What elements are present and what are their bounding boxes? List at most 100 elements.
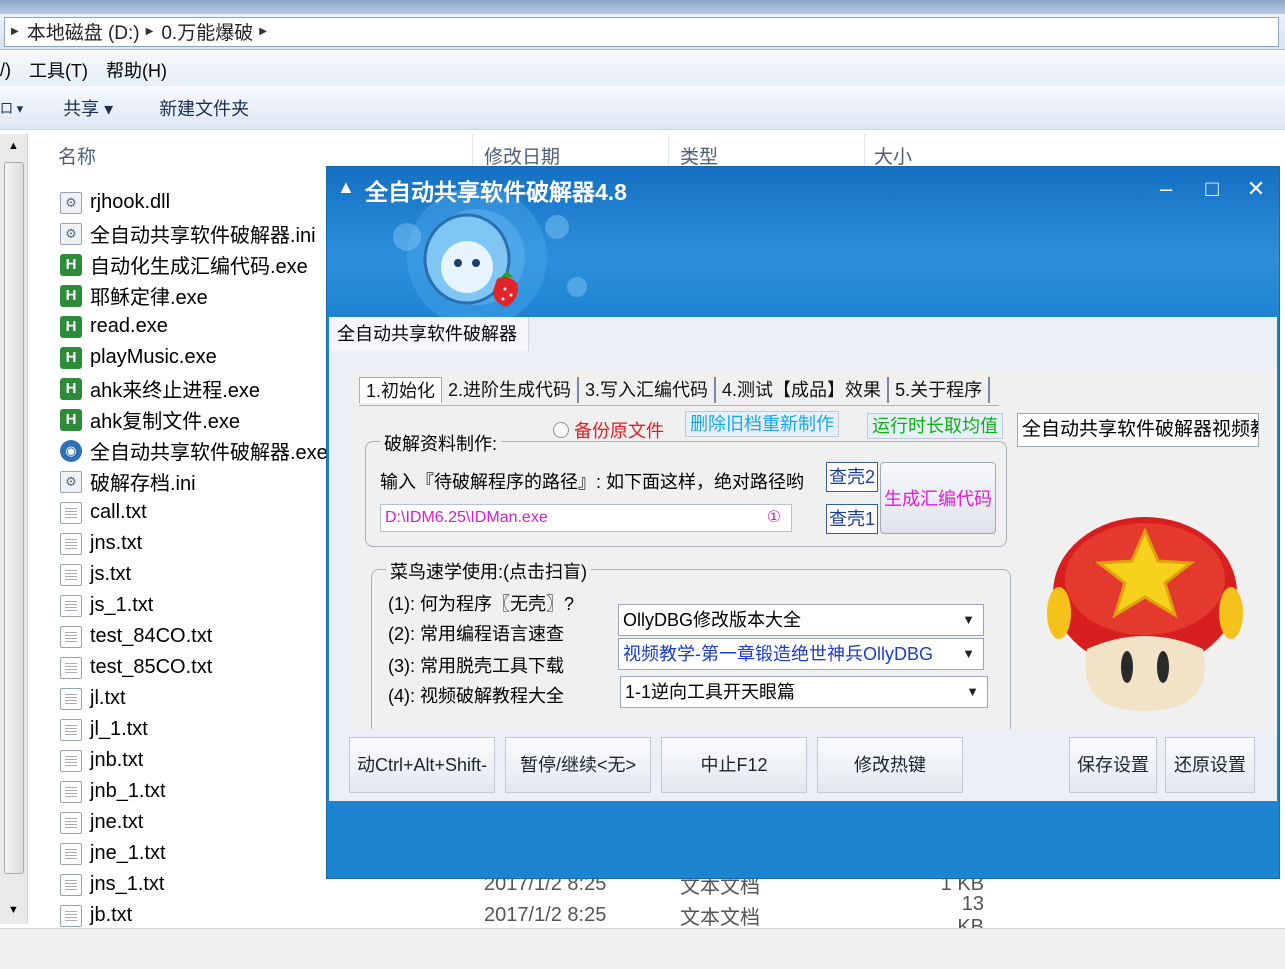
file-name[interactable]: ahk来终止进程.exe: [90, 374, 260, 403]
txt-file-icon: [60, 501, 82, 524]
txt-file-icon: [60, 625, 82, 648]
column-header-size[interactable]: 大小: [874, 142, 912, 169]
file-name[interactable]: test_84CO.txt: [90, 625, 212, 648]
generate-asm-button[interactable]: 生成汇编代码: [880, 462, 996, 534]
vertical-scrollbar[interactable]: ▲ ▼: [0, 134, 28, 924]
path-marker: ①: [766, 509, 781, 526]
file-name[interactable]: rjhook.dll: [90, 191, 170, 214]
file-name[interactable]: playMusic.exe: [90, 346, 217, 369]
select-value: 1-1逆向工具开天眼篇: [625, 682, 796, 702]
title-bar[interactable]: ▲ 全自动共享软件破解器4.8 – □ ✕: [327, 167, 1279, 317]
chevron-down-icon[interactable]: ▼: [962, 605, 975, 635]
file-name[interactable]: 破解存档.ini: [90, 467, 196, 496]
ollydbg-versions-select[interactable]: OllyDBG修改版本大全 ▼: [618, 604, 984, 636]
column-header-date[interactable]: 修改日期: [484, 142, 560, 169]
column-header-type[interactable]: 类型: [680, 142, 718, 169]
close-icon[interactable]: ✕: [1239, 175, 1273, 203]
file-name[interactable]: read.exe: [90, 315, 168, 338]
pause-resume-button[interactable]: 暂停/继续<无>: [505, 737, 651, 793]
file-name[interactable]: jne.txt: [90, 811, 143, 834]
file-name[interactable]: jl.txt: [90, 687, 126, 710]
tab-init[interactable]: 1.初始化: [359, 377, 443, 403]
backup-original-radio[interactable]: 备份原文件: [553, 417, 664, 443]
chevron-right-icon[interactable]: ▶: [259, 26, 267, 37]
ahk-exe-icon: H: [60, 377, 82, 400]
menu-view-partial[interactable]: /): [0, 60, 11, 81]
scrollbar-thumb[interactable]: [4, 162, 24, 874]
file-date: 2017/1/2 8:25: [484, 904, 607, 926]
menu-tools[interactable]: 工具(T): [29, 57, 88, 83]
file-name[interactable]: 自动化生成汇编代码.exe: [90, 250, 308, 279]
minimize-icon[interactable]: –: [1149, 175, 1183, 203]
file-name[interactable]: jnb.txt: [90, 749, 143, 772]
column-header-name[interactable]: 名称: [58, 142, 96, 169]
stop-f12-button[interactable]: 中止F12: [661, 737, 807, 793]
txt-file-icon: [60, 873, 82, 896]
check-packer-2-button[interactable]: 查壳2: [826, 462, 878, 492]
file-name[interactable]: jns_1.txt: [90, 873, 164, 896]
tab-test-result[interactable]: 4.测试【成品】效果: [716, 377, 890, 403]
ahk-exe-icon: H: [60, 284, 82, 307]
scroll-up-arrow-icon[interactable]: ▲: [8, 140, 19, 152]
path-hint-text: 输入『待破解程序的路径』: 如下面这样，绝对路径哟: [380, 472, 804, 492]
program-path-input[interactable]: D:\IDM6.25\IDMan.exe ①: [380, 504, 792, 532]
chevron-right-icon[interactable]: ▶: [11, 26, 19, 37]
txt-file-icon: [60, 594, 82, 617]
file-name[interactable]: call.txt: [90, 501, 147, 524]
save-settings-button[interactable]: 保存设置: [1069, 737, 1157, 793]
video-tutorial-field[interactable]: 全自动共享软件破解器视频教: [1017, 413, 1259, 447]
file-name[interactable]: js_1.txt: [90, 594, 153, 617]
check-packer-1-button[interactable]: 查壳1: [826, 504, 878, 534]
reverse-tools-select[interactable]: 1-1逆向工具开天眼篇 ▼: [620, 676, 988, 708]
delete-and-remake-button[interactable]: 删除旧档重新制作: [685, 411, 839, 437]
status-bar: [0, 928, 1285, 969]
file-name[interactable]: jl_1.txt: [90, 718, 148, 741]
path-input-value: D:\IDM6.25\IDMan.exe: [385, 509, 548, 526]
quick-row-label[interactable]: (2): 常用编程语言速查: [388, 620, 564, 646]
quick-row-label[interactable]: (1): 何为程序〖无壳〗?: [388, 590, 574, 616]
ahk-exe-icon: H: [60, 346, 82, 369]
breadcrumb[interactable]: ▶ 本地磁盘 (D:) ▶ 0.万能爆破 ▶: [4, 16, 1279, 47]
file-type: 文本文档: [680, 907, 760, 929]
share-button[interactable]: 共享 ▾: [63, 95, 113, 121]
menu-help[interactable]: 帮助(H): [106, 57, 167, 83]
modify-hotkey-button[interactable]: 修改热键: [817, 737, 963, 793]
file-row[interactable]: jb.txt 2017/1/2 8:25 文本文档 13 KB: [60, 893, 1285, 938]
panel-tab[interactable]: 全自动共享软件破解器: [329, 317, 529, 351]
window-top-strip: [0, 0, 1285, 14]
file-name[interactable]: jb.txt: [90, 904, 132, 927]
file-name[interactable]: ahk复制文件.exe: [90, 405, 240, 434]
maximize-icon[interactable]: □: [1195, 175, 1229, 203]
txt-file-icon: [60, 687, 82, 710]
ini-file-icon: ⚙: [60, 470, 82, 493]
file-name[interactable]: jns.txt: [90, 532, 142, 555]
file-name[interactable]: 耶稣定律.exe: [90, 281, 208, 310]
video-lessons-select[interactable]: 视频教学-第一章锻造绝世神兵OllyDBG ▼: [618, 638, 984, 670]
group-legend: 破解资料制作:: [380, 430, 502, 456]
breadcrumb-item-drive[interactable]: 本地磁盘 (D:): [27, 18, 140, 45]
menu-bar: /) 工具(T) 帮助(H): [0, 54, 1285, 86]
file-name[interactable]: 全自动共享软件破解器.ini: [90, 219, 316, 248]
organize-dropdown-partial[interactable]: 口 ▾: [0, 98, 23, 117]
start-hotkey-button[interactable]: 动Ctrl+Alt+Shift-: [349, 737, 495, 793]
restore-settings-button[interactable]: 还原设置: [1165, 737, 1255, 793]
select-value: OllyDBG修改版本大全: [623, 610, 802, 630]
tab-write-asm[interactable]: 3.写入汇编代码: [579, 377, 717, 403]
chevron-down-icon[interactable]: ▼: [966, 677, 979, 707]
chevron-down-icon[interactable]: ▼: [962, 639, 975, 669]
runtime-average-button[interactable]: 运行时长取均值: [867, 413, 1003, 439]
quick-row-label[interactable]: (3): 常用脱壳工具下载: [388, 652, 564, 678]
quick-row-label[interactable]: (4): 视频破解教程大全: [388, 682, 564, 708]
scroll-down-arrow-icon[interactable]: ▼: [8, 904, 19, 916]
new-folder-button[interactable]: 新建文件夹: [159, 95, 249, 121]
chevron-right-icon[interactable]: ▶: [146, 26, 154, 37]
file-name[interactable]: test_85CO.txt: [90, 656, 212, 679]
content-area: 1.初始化 2.进阶生成代码 3.写入汇编代码 4.测试【成品】效果 5.关于程…: [351, 369, 1277, 759]
file-name[interactable]: jnb_1.txt: [90, 780, 166, 803]
tab-advanced-codegen[interactable]: 2.进阶生成代码: [442, 377, 580, 403]
breadcrumb-item-folder[interactable]: 0.万能爆破: [161, 18, 253, 45]
tab-about[interactable]: 5.关于程序: [889, 377, 991, 403]
file-name[interactable]: 全自动共享软件破解器.exe: [90, 436, 328, 465]
file-name[interactable]: jne_1.txt: [90, 842, 166, 865]
file-name[interactable]: js.txt: [90, 563, 131, 586]
